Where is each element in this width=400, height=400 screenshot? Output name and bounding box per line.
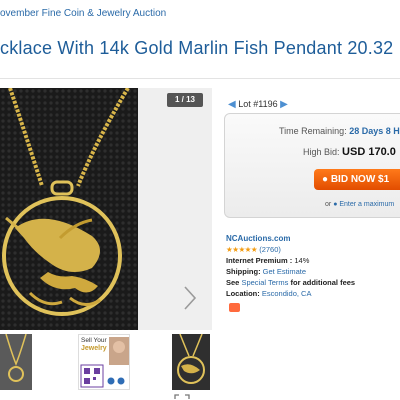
time-remaining-row: Time Remaining: 28 Days 8 H	[279, 126, 400, 136]
breadcrumb[interactable]: ovember Fine Coin & Jewelry Auction	[0, 8, 166, 19]
lot-number: Lot #1196	[238, 99, 278, 109]
next-lot-button[interactable]: ▶	[280, 99, 288, 110]
terms-prefix: See	[226, 278, 240, 287]
high-bid-label: High Bid:	[303, 147, 340, 157]
bid-now-label: BID NOW $1	[330, 174, 390, 185]
lot-navigation: ◀ Lot #1196 ▶	[228, 99, 288, 110]
arrow-right-icon: ●	[333, 201, 338, 208]
shipping-estimate-link[interactable]: Get Estimate	[263, 267, 306, 276]
terms-suffix: for additional fees	[290, 278, 356, 287]
time-remaining-value: 28 Days 8 H	[349, 126, 400, 136]
seller-rating: ★★★★★ (2760)	[226, 244, 355, 255]
chevron-right-icon	[184, 286, 197, 310]
time-remaining-label: Time Remaining:	[279, 126, 347, 136]
thumbnail-1[interactable]	[0, 334, 32, 390]
thumbnail-3[interactable]	[172, 334, 210, 390]
location-row: Location: Escondido, CA	[226, 288, 355, 299]
premium-label: Internet Premium :	[226, 256, 293, 265]
shipping-row: Shipping: Get Estimate	[226, 266, 355, 277]
seller-badge-icon[interactable]	[229, 303, 240, 312]
high-bid-value: USD 170.0	[342, 146, 396, 158]
thumbnail-ad[interactable]: Sell Your Jewelry	[78, 334, 130, 390]
main-item-photo[interactable]	[0, 88, 138, 330]
title-divider	[0, 78, 400, 79]
seller-info: NCAuctions.com ★★★★★ (2760) Internet Pre…	[226, 233, 355, 299]
review-count[interactable]: (2760)	[259, 245, 281, 254]
page-title: cklace With 14k Gold Marlin Fish Pendant…	[0, 38, 394, 58]
enter-max-bid-link[interactable]: Enter a maximum	[339, 201, 394, 208]
fullscreen-button[interactable]	[172, 392, 192, 400]
photo-gallery	[0, 88, 212, 399]
photo-counter: 1 / 13	[167, 93, 203, 107]
max-bid-row: or ● Enter a maximum	[325, 201, 394, 208]
previous-lot-button[interactable]: ◀	[228, 99, 236, 110]
shipping-label: Shipping:	[226, 267, 261, 276]
next-photo-button[interactable]	[180, 283, 200, 313]
premium-row: Internet Premium : 14%	[226, 255, 355, 266]
expand-icon	[174, 394, 190, 399]
special-terms-link[interactable]: Special Terms	[241, 278, 288, 287]
max-bid-prefix: or	[325, 201, 332, 208]
bidding-panel: Time Remaining: 28 Days 8 H High Bid: US…	[224, 113, 400, 218]
bid-now-button[interactable]: ● BID NOW $1	[314, 169, 400, 190]
bid-icon: ●	[322, 174, 329, 185]
star-rating-icon: ★★★★★	[226, 245, 258, 254]
high-bid-row: High Bid: USD 170.0	[303, 146, 396, 158]
premium-value: 14%	[294, 256, 310, 265]
terms-row: See Special Terms for additional fees	[226, 277, 355, 288]
location-value[interactable]: Escondido, CA	[262, 289, 312, 298]
thumbnail-strip: Sell Your Jewelry	[0, 334, 212, 392]
location-label: Location:	[226, 289, 260, 298]
seller-name[interactable]: NCAuctions.com	[226, 233, 355, 244]
